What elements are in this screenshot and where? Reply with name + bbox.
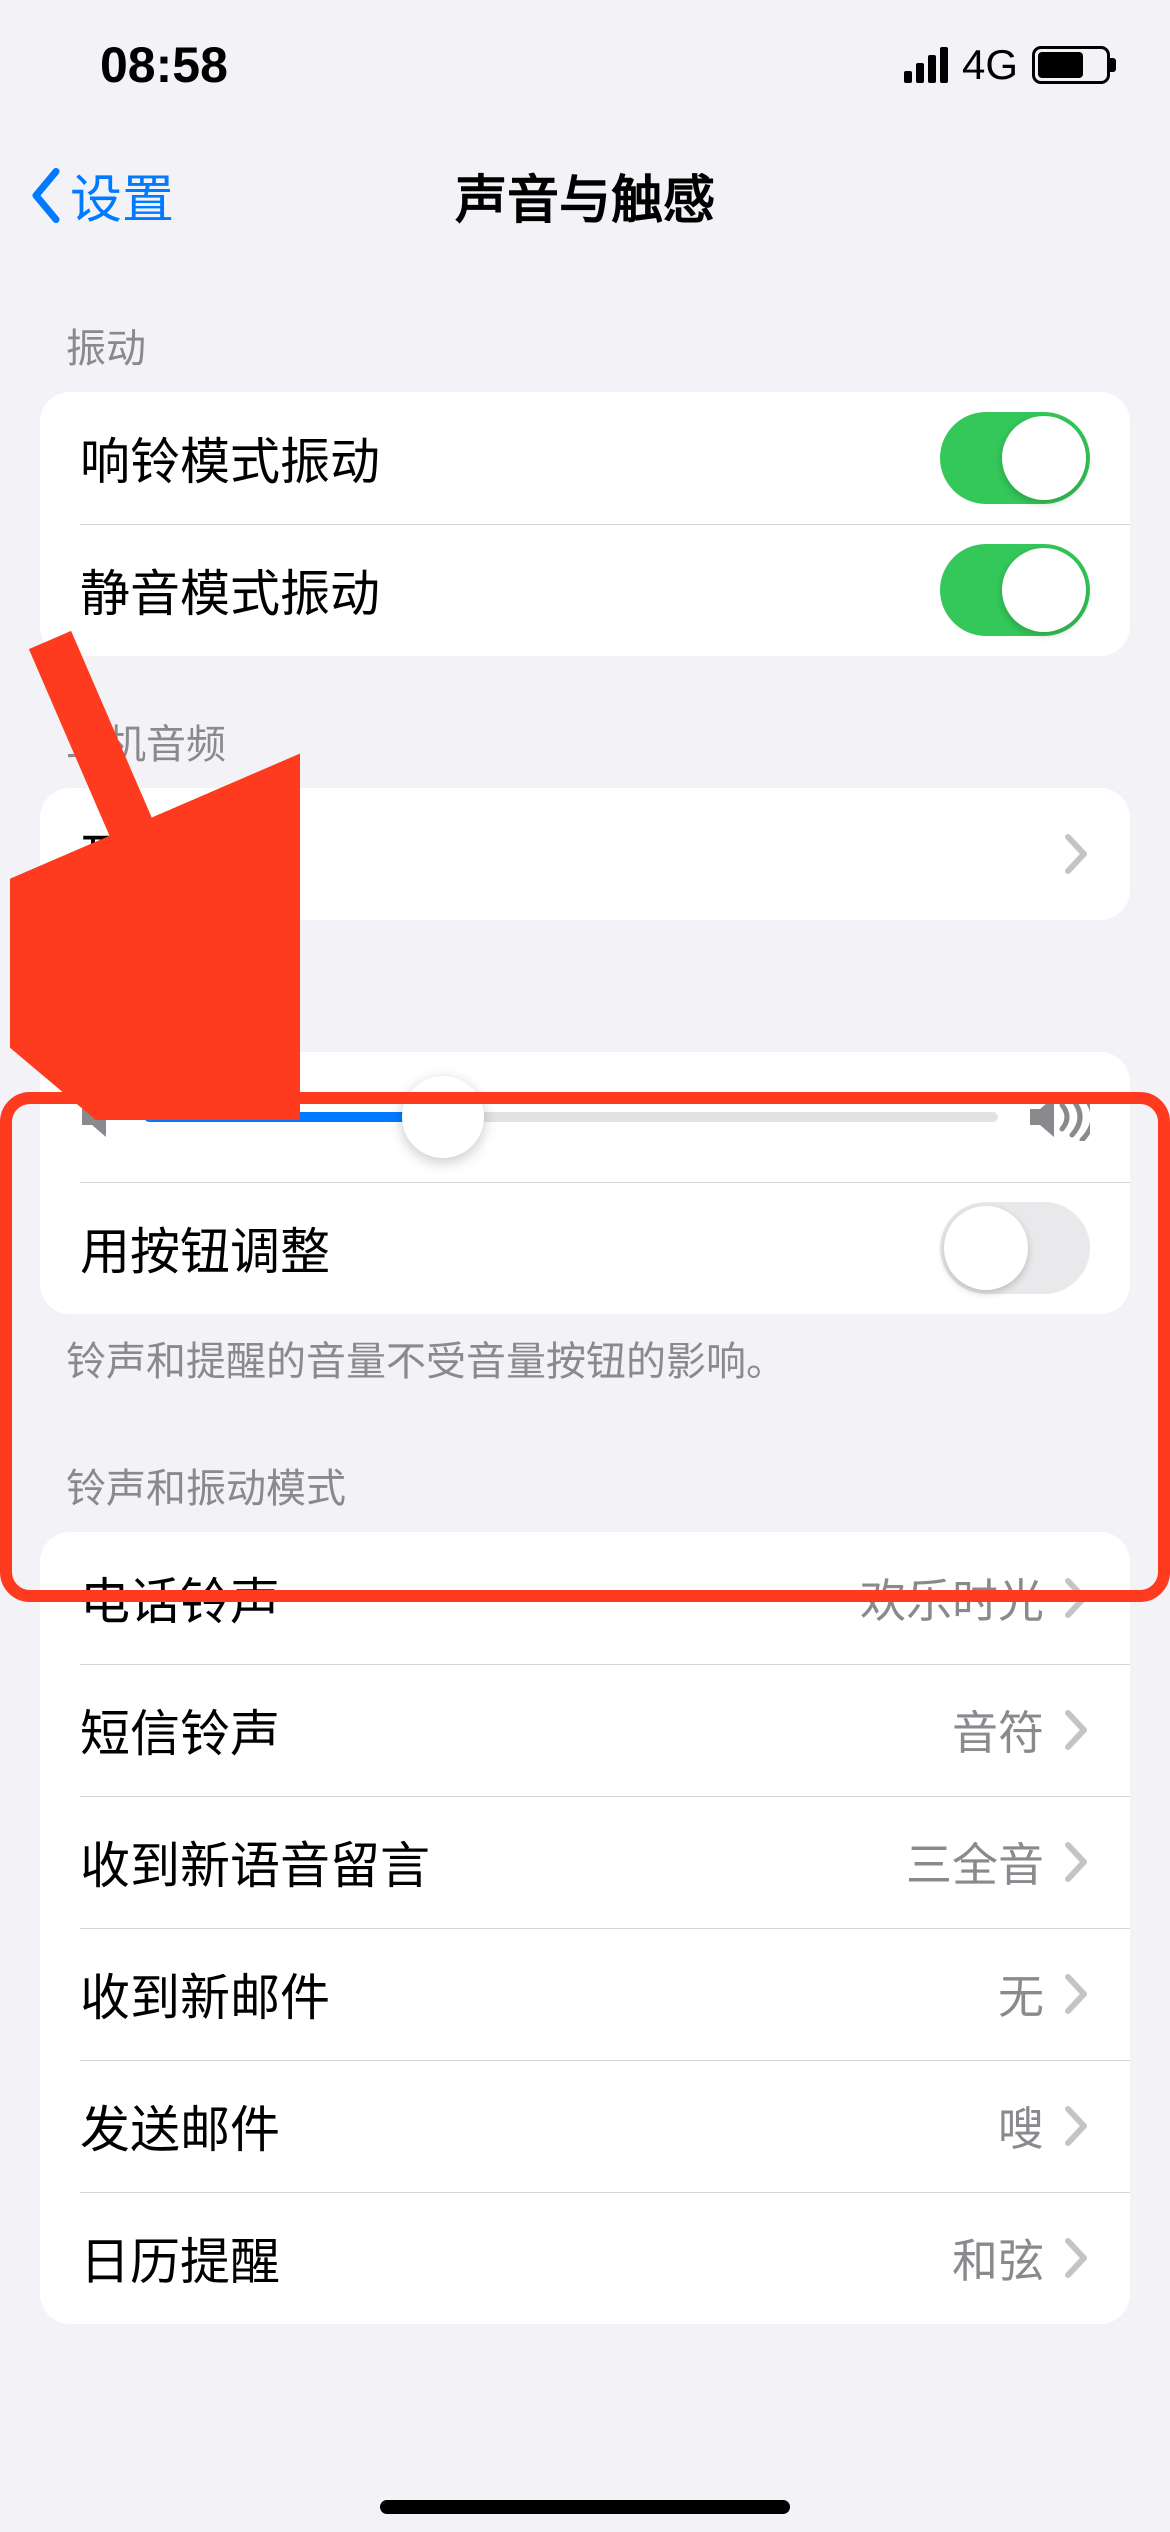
- section-header-sounds-patterns: 铃声和振动模式: [40, 1400, 1130, 1532]
- content-scroll[interactable]: 振动 响铃模式振动 静音模式振动 耳机音频 耳机安全 铃声和提醒: [0, 260, 1170, 2324]
- row-calendar-alerts[interactable]: 日历提醒 和弦: [40, 2192, 1130, 2324]
- row-sent-mail[interactable]: 发送邮件 嗖: [40, 2060, 1130, 2192]
- chevron-right-icon: [1064, 833, 1090, 875]
- row-ringtone[interactable]: 电话铃声 欢乐时光: [40, 1532, 1130, 1664]
- signal-icon: [904, 47, 948, 83]
- chevron-right-icon: [1064, 2105, 1090, 2147]
- chevron-right-icon: [1064, 1709, 1090, 1751]
- row-label: 耳机安全: [80, 818, 280, 890]
- row-value: 嗖: [998, 2093, 1044, 2159]
- chevron-right-icon: [1064, 1577, 1090, 1619]
- row-ring-vibrate[interactable]: 响铃模式振动: [40, 392, 1130, 524]
- row-label: 日历提醒: [80, 2222, 280, 2294]
- section-header-ringer-alerts: 铃声和提醒: [40, 920, 1130, 1052]
- toggle-silent-vibrate[interactable]: [940, 544, 1090, 636]
- row-headphone-safety[interactable]: 耳机安全: [40, 788, 1130, 920]
- row-label: 收到新语音留言: [80, 1826, 430, 1898]
- page-title: 声音与触感: [455, 158, 715, 233]
- row-label: 电话铃声: [80, 1562, 280, 1634]
- status-right: 4G: [904, 41, 1110, 89]
- chevron-right-icon: [1064, 1841, 1090, 1883]
- group-ringer-alerts: 用按钮调整: [40, 1052, 1130, 1314]
- row-text-tone[interactable]: 短信铃声 音符: [40, 1664, 1130, 1796]
- status-time: 08:58: [100, 36, 228, 94]
- volume-low-icon: [80, 1095, 114, 1139]
- row-change-with-buttons[interactable]: 用按钮调整: [40, 1182, 1130, 1314]
- row-new-voicemail[interactable]: 收到新语音留言 三全音: [40, 1796, 1130, 1928]
- group-sounds-patterns: 电话铃声 欢乐时光 短信铃声 音符 收到新语音留言 三全音 收到新邮件 无: [40, 1532, 1130, 2324]
- row-label: 发送邮件: [80, 2090, 280, 2162]
- toggle-ring-vibrate[interactable]: [940, 412, 1090, 504]
- home-indicator: [380, 2500, 790, 2514]
- chevron-left-icon: [28, 167, 64, 223]
- row-value: 和弦: [952, 2225, 1044, 2291]
- back-label: 设置: [70, 158, 174, 233]
- group-headphone-audio: 耳机安全: [40, 788, 1130, 920]
- row-label: 用按钮调整: [80, 1212, 330, 1284]
- chevron-right-icon: [1064, 1973, 1090, 2015]
- row-value: 欢乐时光: [860, 1565, 1044, 1631]
- chevron-right-icon: [1064, 2237, 1090, 2279]
- group-vibration: 响铃模式振动 静音模式振动: [40, 392, 1130, 656]
- row-value: 三全音: [906, 1829, 1044, 1895]
- row-silent-vibrate[interactable]: 静音模式振动: [40, 524, 1130, 656]
- volume-slider[interactable]: [144, 1112, 998, 1122]
- row-volume-slider[interactable]: [40, 1052, 1130, 1182]
- slider-thumb[interactable]: [402, 1076, 484, 1158]
- row-label: 响铃模式振动: [80, 422, 380, 494]
- section-footer-ringer-alerts: 铃声和提醒的音量不受音量按钮的影响。: [40, 1314, 1130, 1400]
- toggle-change-with-buttons[interactable]: [940, 1202, 1090, 1294]
- section-header-vibration: 振动: [40, 260, 1130, 392]
- network-label: 4G: [962, 41, 1018, 89]
- section-header-headphone-audio: 耳机音频: [40, 656, 1130, 788]
- status-bar: 08:58 4G: [0, 0, 1170, 130]
- row-label: 短信铃声: [80, 1694, 280, 1766]
- volume-high-icon: [1028, 1093, 1090, 1141]
- row-label: 静音模式振动: [80, 554, 380, 626]
- row-new-mail[interactable]: 收到新邮件 无: [40, 1928, 1130, 2060]
- row-value: 无: [998, 1961, 1044, 2027]
- nav-header: 设置 声音与触感: [0, 130, 1170, 260]
- back-button[interactable]: 设置: [28, 158, 174, 233]
- battery-icon: [1032, 46, 1110, 84]
- row-label: 收到新邮件: [80, 1958, 330, 2030]
- row-value: 音符: [952, 1697, 1044, 1763]
